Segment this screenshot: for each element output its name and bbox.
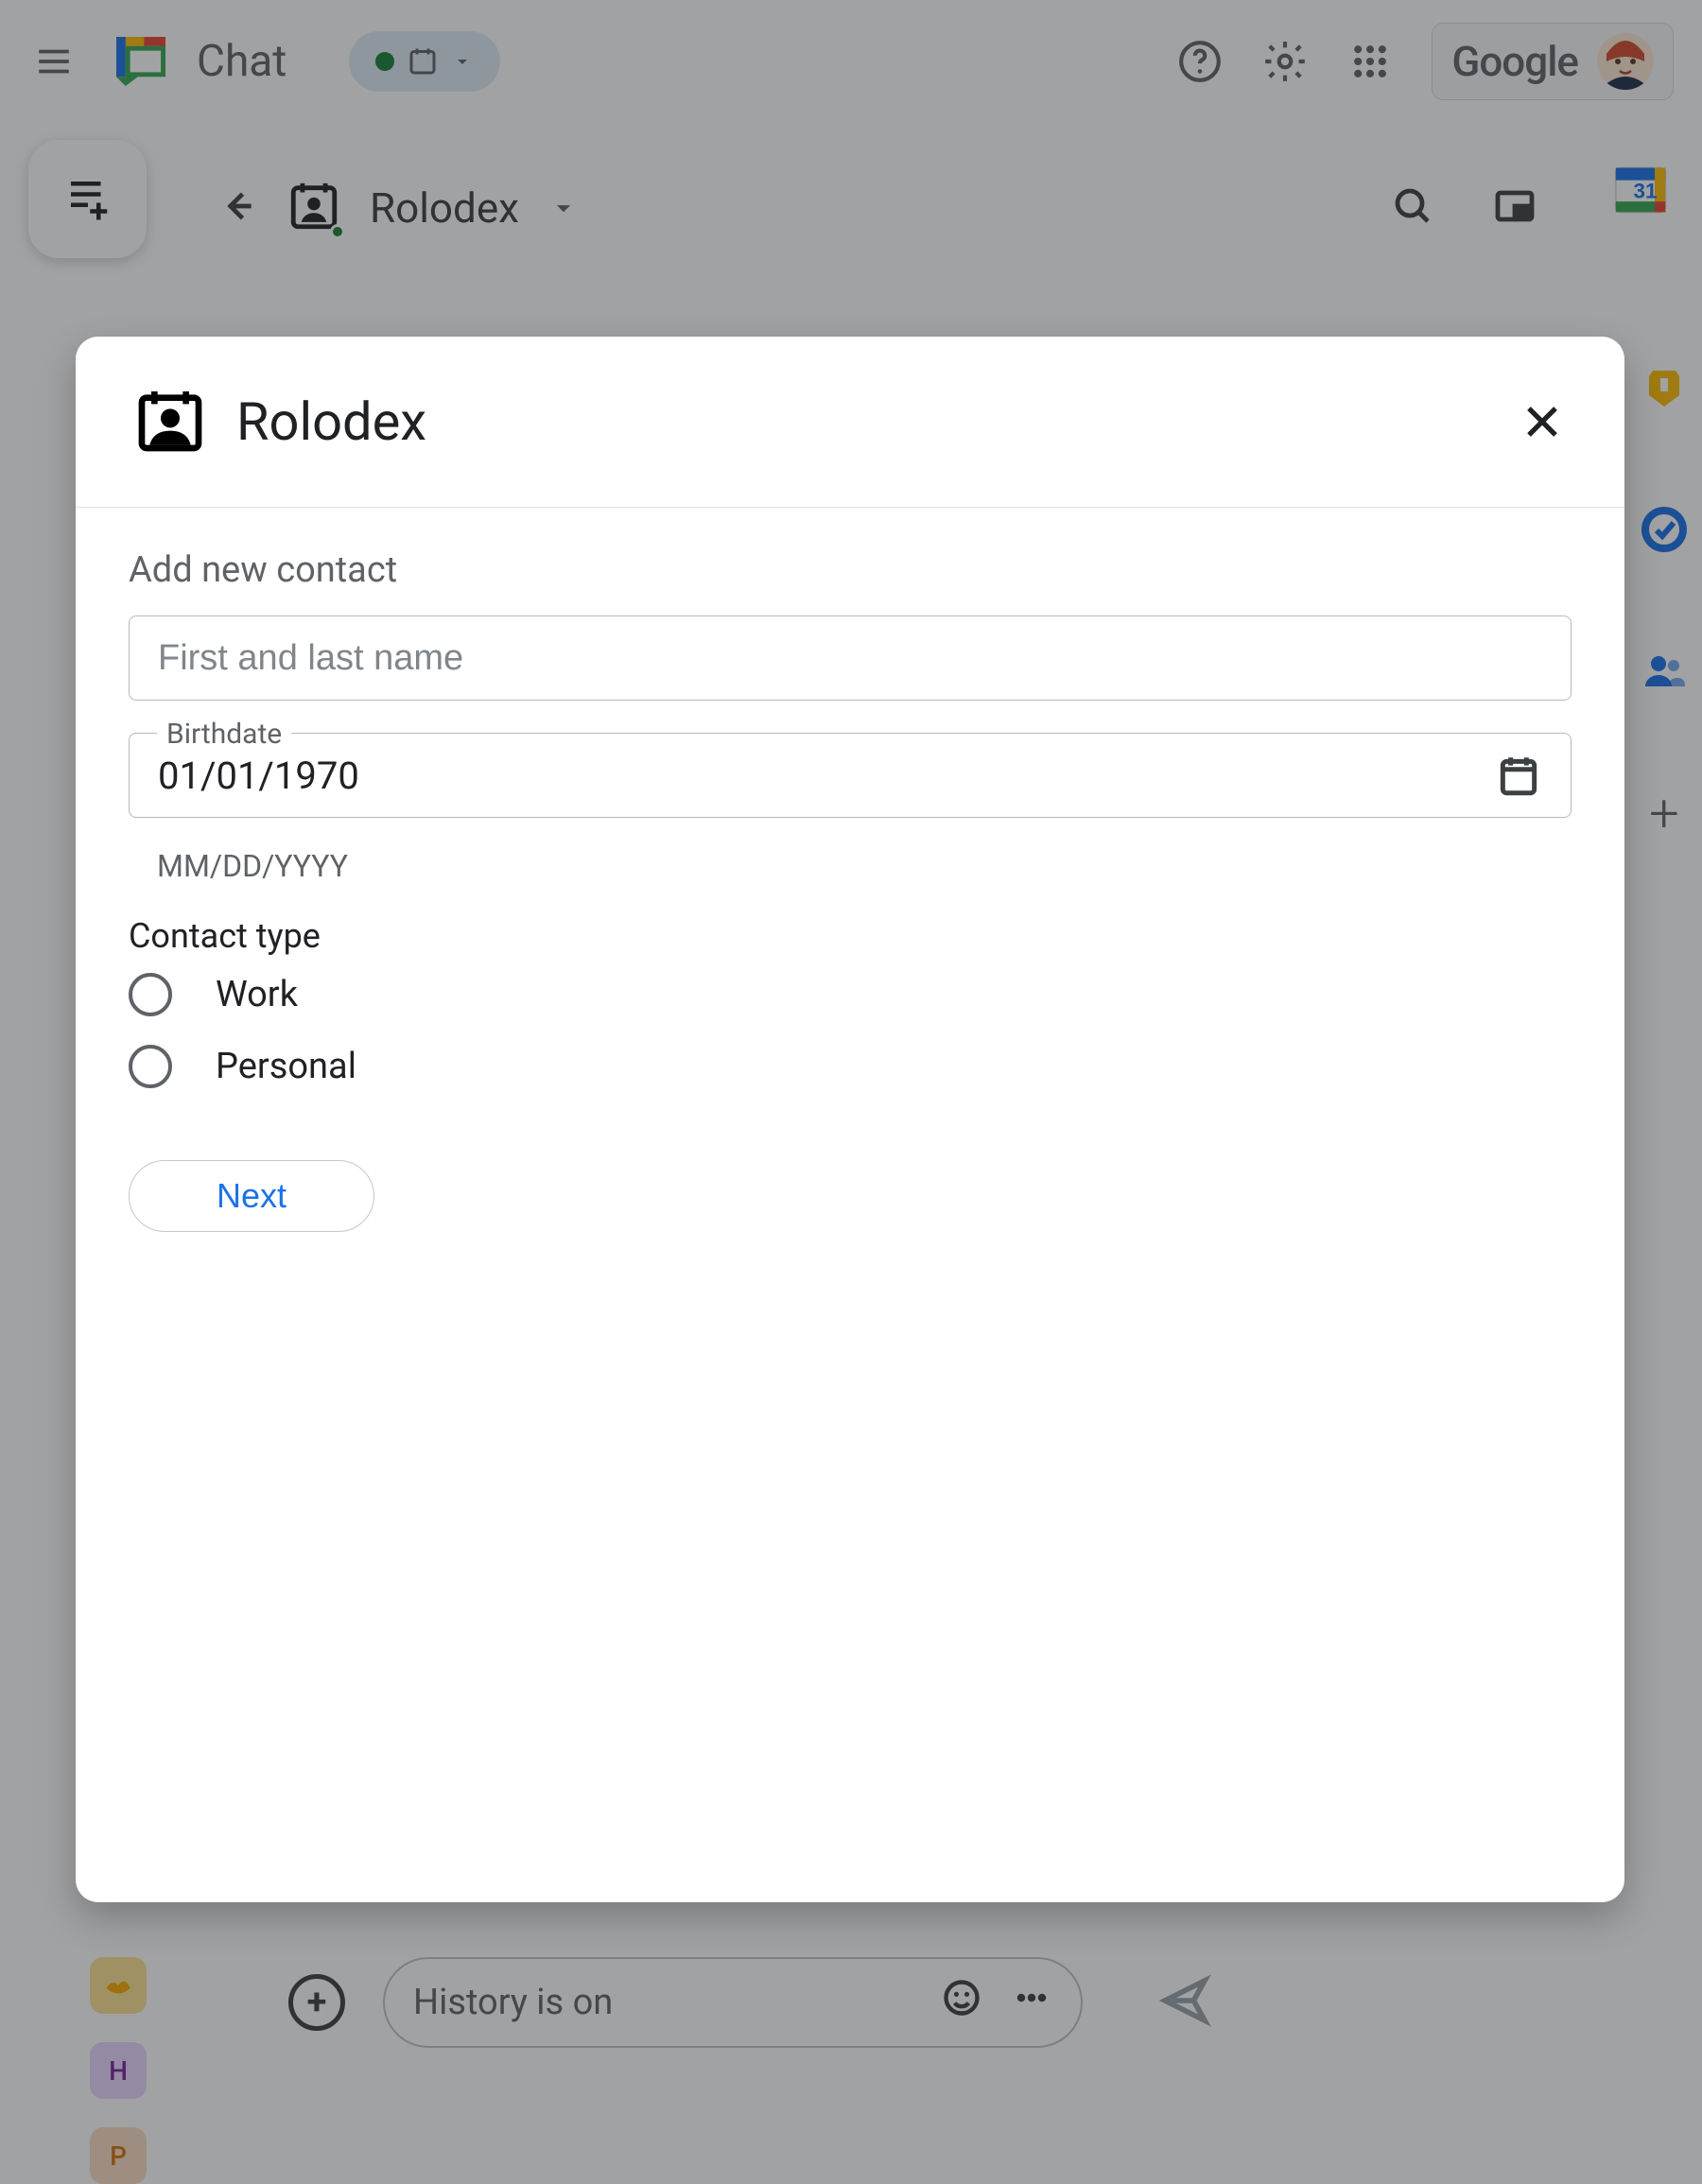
birthdate-value: 01/01/1970 bbox=[158, 754, 1495, 798]
dialog-header: Rolodex bbox=[76, 337, 1624, 508]
radio-personal-row[interactable]: Personal bbox=[129, 1045, 1572, 1088]
name-field[interactable] bbox=[129, 615, 1572, 701]
contact-type-label: Contact type bbox=[129, 916, 1572, 956]
birthdate-helper: MM/DD/YYYY bbox=[157, 848, 1572, 884]
calendar-icon[interactable] bbox=[1495, 752, 1542, 799]
radio-work-label: Work bbox=[216, 974, 298, 1015]
birthdate-label: Birthdate bbox=[157, 718, 291, 751]
add-contact-label: Add new contact bbox=[129, 549, 1572, 591]
radio-icon bbox=[129, 973, 172, 1016]
dialog-body: Add new contact Birthdate 01/01/1970 MM/… bbox=[76, 508, 1624, 1274]
radio-personal-label: Personal bbox=[216, 1046, 356, 1087]
radio-icon bbox=[129, 1045, 172, 1088]
rolodex-icon bbox=[132, 382, 208, 461]
close-icon bbox=[1520, 399, 1565, 444]
radio-work-row[interactable]: Work bbox=[129, 973, 1572, 1016]
rolodex-dialog: Rolodex Add new contact Birthdate 01/01/… bbox=[76, 337, 1624, 1902]
close-button[interactable] bbox=[1517, 396, 1568, 447]
dialog-title: Rolodex bbox=[236, 390, 426, 453]
birthdate-field[interactable]: 01/01/1970 bbox=[129, 733, 1572, 818]
next-button[interactable]: Next bbox=[129, 1160, 374, 1232]
birthdate-field-wrap: Birthdate 01/01/1970 bbox=[129, 733, 1572, 818]
contact-type-group: Contact type Work Personal bbox=[129, 916, 1572, 1117]
next-button-label: Next bbox=[217, 1176, 287, 1216]
